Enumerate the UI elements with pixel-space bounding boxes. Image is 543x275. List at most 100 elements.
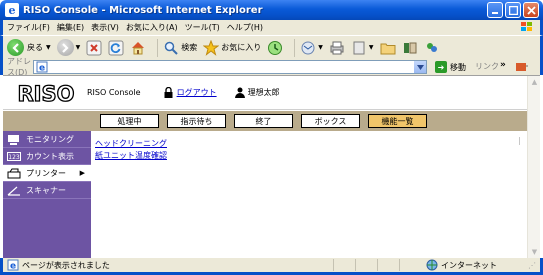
page-done-icon: e [7, 259, 19, 271]
back-dropdown-icon[interactable]: ▼ [46, 44, 51, 51]
internet-globe-icon [426, 259, 438, 271]
close-button[interactable] [523, 2, 539, 18]
menu-bar: ファイル(F) 編集(E) 表示(V) お気に入り(A) ツール(T) ヘルプ(… [0, 20, 543, 35]
status-cell [355, 259, 377, 271]
vertical-scrollbar[interactable]: ▲ ▼ [527, 76, 540, 259]
history-button[interactable] [267, 40, 283, 56]
head-cleaning-link[interactable]: ヘッドクリーニング [95, 138, 167, 150]
inner-scrollbar[interactable] [519, 137, 520, 145]
menu-tools[interactable]: ツール(T) [185, 22, 220, 33]
links-chevron-icon[interactable]: » [500, 60, 506, 70]
go-button[interactable]: ➜ 移動 [435, 61, 466, 73]
svg-text:RISO: RISO [18, 82, 75, 104]
forward-arrow-icon [56, 39, 74, 56]
address-dropdown-button[interactable] [414, 61, 426, 73]
stop-icon [86, 40, 102, 55]
riso-logo: RISO [17, 82, 75, 104]
zone-label: インターネット [441, 260, 497, 270]
scroll-down-icon[interactable]: ▼ [529, 247, 540, 258]
tab-waiting[interactable]: 指示待ち [167, 114, 226, 128]
toolbar-extra-icon[interactable] [515, 61, 529, 73]
tab-function-list[interactable]: 機能一覧 [368, 114, 427, 128]
logout-link[interactable]: ログアウト [163, 87, 217, 98]
console-label: RISO Console [87, 88, 141, 97]
print-icon [330, 41, 344, 54]
stop-button[interactable] [86, 40, 102, 56]
edit-button[interactable]: ▼ [351, 40, 374, 56]
menu-help[interactable]: ヘルプ(H) [227, 22, 263, 33]
search-icon [165, 41, 178, 55]
toolbar-separator [157, 38, 159, 57]
maximize-icon [508, 5, 518, 15]
minimize-button[interactable] [487, 2, 503, 18]
logout-label[interactable]: ログアウト [177, 87, 217, 98]
messenger-button[interactable] [424, 40, 440, 56]
window-titlebar: e RISO Console - Microsoft Internet Expl… [0, 0, 543, 20]
tab-finished[interactable]: 終了 [234, 114, 293, 128]
star-icon [203, 39, 220, 56]
mail-icon [301, 41, 315, 54]
back-arrow-icon [7, 39, 24, 56]
forward-button[interactable]: ▼ [56, 39, 81, 56]
mail-dropdown-icon[interactable]: ▼ [318, 44, 323, 51]
resize-grip-icon[interactable]: ⋰ [528, 261, 538, 271]
sidebar-item-scanner[interactable]: スキャナー [3, 182, 91, 199]
tab-processing[interactable]: 処理中 [100, 114, 159, 128]
sidebar-item-label: カウント表示 [26, 151, 74, 161]
home-button[interactable] [130, 40, 146, 56]
home-icon [132, 41, 145, 54]
messenger-icon [426, 42, 437, 52]
menu-file[interactable]: ファイル(F) [7, 22, 50, 33]
address-input[interactable]: e [33, 60, 427, 74]
status-cells [333, 259, 421, 271]
maximize-button[interactable] [505, 2, 521, 18]
favorites-label: お気に入り [221, 43, 262, 52]
window-title: RISO Console - Microsoft Internet Explor… [23, 4, 263, 16]
chevron-down-icon [416, 64, 424, 70]
forward-dropdown-icon[interactable]: ▼ [76, 44, 81, 51]
browser-toolbar: 戻る ▼ ▼ 検索 お気に入り ▼ ▼ [0, 35, 543, 59]
tab-bar: 処理中 指示待ち 終了 ボックス 機能一覧 [3, 111, 527, 131]
svg-text:e: e [10, 262, 16, 272]
paper-unit-temperature-link[interactable]: 紙ユニット温度確認 [95, 150, 167, 162]
status-text: ページが表示されました [22, 260, 110, 270]
history-icon [268, 40, 283, 55]
sidebar-item-label: モニタリング [26, 134, 74, 144]
sidebar-item-count[interactable]: 123 カウント表示 [3, 148, 91, 165]
back-button[interactable]: 戻る ▼ [7, 39, 51, 56]
print-button[interactable] [329, 40, 345, 56]
svg-text:123: 123 [8, 154, 20, 161]
page-content: RISO RISO Console ログアウト 理想太郎 処理中 指示待ち 終了… [3, 75, 540, 259]
folder-icon [380, 43, 395, 54]
search-button[interactable]: 検索 [163, 40, 197, 56]
links-label[interactable]: リンク [475, 61, 499, 72]
sidebar-item-printer[interactable]: プリンター ▶ [3, 165, 91, 182]
menu-favorites[interactable]: お気に入り(A) [126, 22, 178, 33]
tab-box[interactable]: ボックス [301, 114, 360, 128]
folder-button[interactable] [380, 40, 396, 56]
status-cell [399, 259, 421, 271]
research-button[interactable] [402, 40, 418, 56]
close-icon [526, 5, 536, 15]
refresh-button[interactable] [108, 40, 124, 56]
menu-edit[interactable]: 編集(E) [57, 22, 84, 33]
svg-text:e: e [39, 64, 45, 74]
ie-icon: e [5, 3, 19, 17]
scanner-icon [7, 186, 20, 196]
go-label: 移動 [450, 62, 466, 72]
monitor-icon [8, 134, 19, 145]
sidebar-item-monitoring[interactable]: モニタリング [3, 131, 91, 148]
minimize-icon [492, 12, 498, 14]
status-cell [377, 259, 399, 271]
riso-header: RISO RISO Console ログアウト 理想太郎 [3, 76, 527, 110]
sidebar: モニタリング 123 カウント表示 プリンター ▶ スキャナー [3, 131, 91, 259]
scroll-up-icon[interactable]: ▲ [529, 77, 540, 88]
chevron-right-icon: ▶ [79, 169, 85, 177]
favorites-button[interactable]: お気に入り [203, 39, 262, 56]
edit-dropdown-icon[interactable]: ▼ [369, 44, 374, 51]
document-icon [353, 41, 365, 54]
mail-button[interactable]: ▼ [300, 40, 323, 56]
menu-view[interactable]: 表示(V) [91, 22, 119, 33]
svg-text:e: e [9, 4, 16, 17]
counter-icon: 123 [7, 151, 21, 161]
